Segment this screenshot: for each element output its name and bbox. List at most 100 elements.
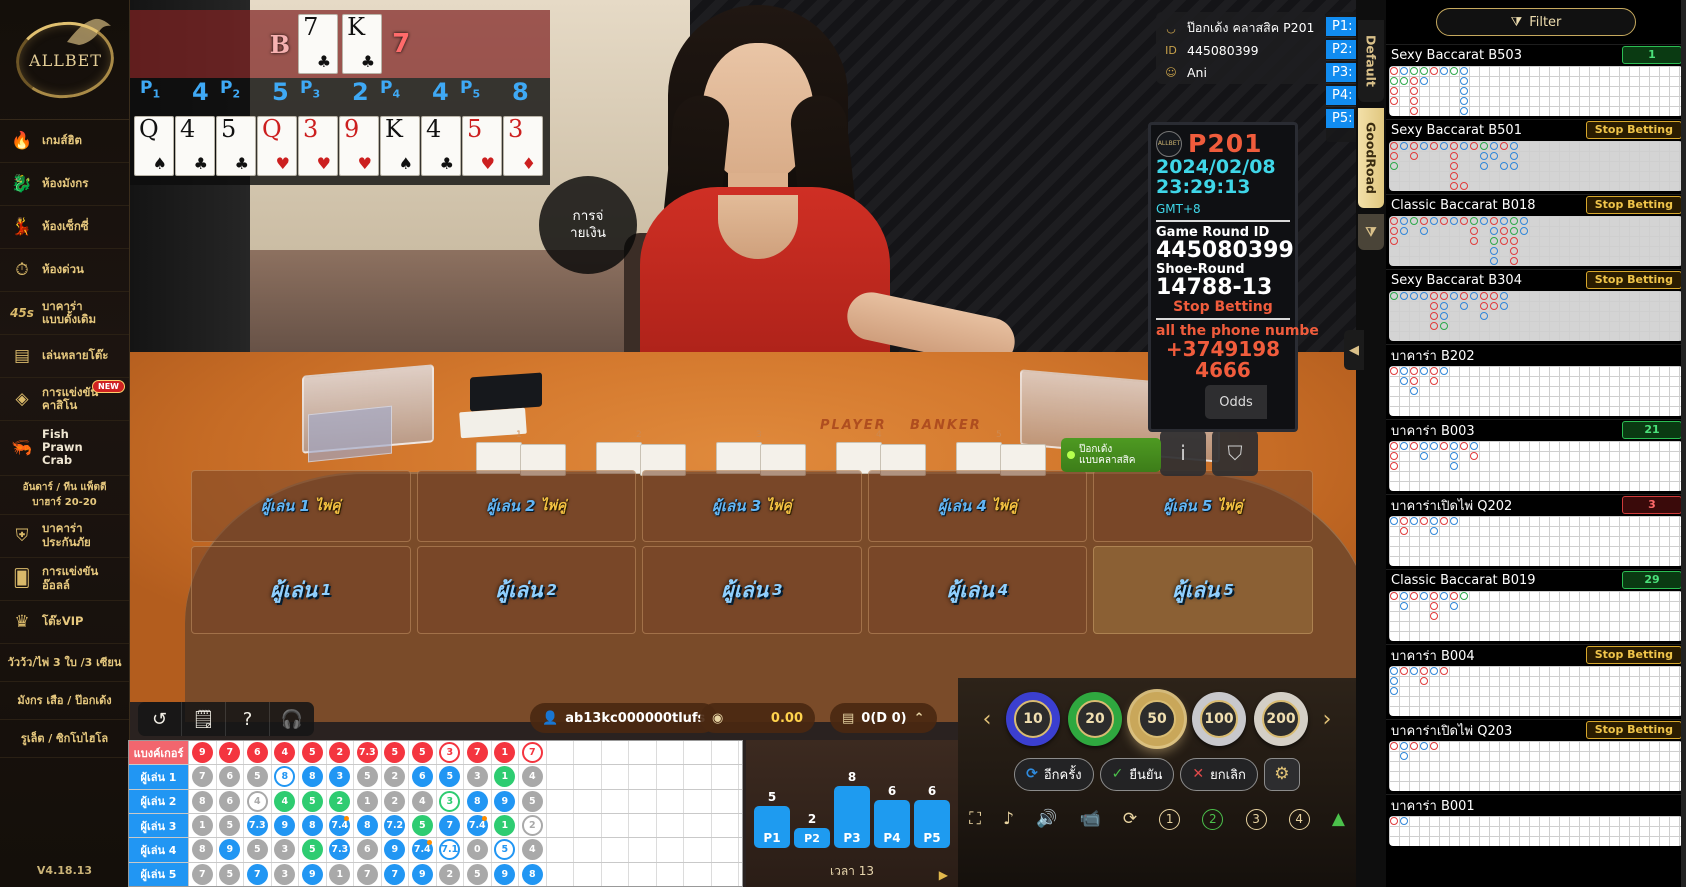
lobby-room-item[interactable]: Classic Baccarat B018 Stop Betting <box>1386 194 1686 266</box>
player-5-card-2: 3 ♦ <box>503 115 543 176</box>
confirm-bet-button[interactable]: ✓ ยืนยัน <box>1099 757 1175 791</box>
undo-button[interactable]: ↺ <box>138 702 182 736</box>
sidebar-item-multi-table[interactable]: ▤ เล่นหลายโต๊ะ <box>0 335 129 378</box>
bet-zone-player-5[interactable]: ผู้เล่น 5 ไพ่คู่ ผู้เล่น 5 <box>1090 470 1316 638</box>
balance-pill[interactable]: ◉ 0.00 <box>700 703 815 733</box>
chip-10[interactable]: 10 <box>1006 692 1060 746</box>
chip-20[interactable]: 20 <box>1068 692 1122 746</box>
sidebar-item-fish-prawn-crab[interactable]: 🦐 Fish Prawn Crab <box>0 421 129 476</box>
bet-zone-player-3[interactable]: ผู้เล่น 3 ไพ่คู่ ผู้เล่น 3 <box>639 470 865 638</box>
bet-zone-player-2[interactable]: ผู้เล่น 2 ไพ่คู่ ผู้เล่น 2 <box>414 470 640 638</box>
support-button[interactable]: 🎧 <box>270 702 314 736</box>
sidebar-item-sexy-room[interactable]: 💃 ห้องเซ็กซี่ <box>0 206 129 249</box>
roadmap-dot: 8 <box>191 839 213 861</box>
roadmap-dot: 5 <box>301 839 323 861</box>
sidebar-item-dragon-room[interactable]: 🐉 ห้องมังกร <box>0 163 129 206</box>
chevron-right-icon[interactable]: › <box>1316 707 1338 732</box>
cancel-bet-button[interactable]: ✕ ยกเลิก <box>1180 757 1258 791</box>
chevron-left-icon[interactable]: ‹ <box>976 707 998 732</box>
bet-zone-label: ผู้เล่น 4 <box>937 497 987 515</box>
stat-bar-p3[interactable]: 8 P3 <box>834 770 870 848</box>
lobby-room-item[interactable]: บาคาร่าเปิดไพ่ Q203 Stop Betting <box>1386 719 1686 791</box>
bet-zone-pair-1[interactable]: ผู้เล่น 1 ไพ่คู่ <box>191 470 411 542</box>
roadmap-cells: 7 6 5 8 8 3 5 2 6 5 3 1 4 <box>189 765 767 789</box>
stat-bar-p2[interactable]: 2 P2 <box>794 812 830 848</box>
lobby-room-item[interactable]: บาคาร่า B004 Stop Betting <box>1386 644 1686 716</box>
stat-bar-p4[interactable]: 6 P4 <box>874 784 910 848</box>
speaker-icon[interactable]: 🔊 <box>1036 809 1057 829</box>
refresh-icon[interactable]: ⟳ <box>1123 809 1137 829</box>
quality-4[interactable]: 4 <box>1288 808 1310 830</box>
stat-bar-p5[interactable]: 6 P5 <box>914 784 950 848</box>
history-button[interactable]: 🗒 <box>182 702 226 736</box>
stat-bar-p1[interactable]: 5 P1 <box>754 790 790 848</box>
sidebar-item-niuniu[interactable]: วัวว้ว/ไพ่ 3 ใบ /3 เซียน <box>0 644 129 682</box>
brand-logo[interactable]: ALLBET <box>0 0 129 120</box>
bet-zone-player-1[interactable]: ผู้เล่น 1 ไพ่คู่ ผู้เล่น 1 <box>188 470 414 638</box>
sidebar-item-speed-room[interactable]: ⏱ ห้องด่วน <box>0 249 129 292</box>
sidebar-item-all-match[interactable]: 🂠 การแข่งขัน อ๊อลล์ <box>0 558 129 601</box>
total-bet-pill[interactable]: ▤ 0(D 0) ⌃ <box>830 703 937 733</box>
roadmap-dot: 8 <box>466 790 488 812</box>
info-button[interactable]: i <box>1160 430 1206 476</box>
roadmap-row-banker: แบงค์เกอร์ 9 7 6 4 5 2 7.3 5 5 3 7 1 7 <box>129 741 767 766</box>
sidebar-item-roulette-sicbo[interactable]: รูเล็ต / ซิกโบไฮโล <box>0 720 129 758</box>
chevron-right-icon[interactable]: ▶ <box>939 868 948 882</box>
chip-100[interactable]: 100 <box>1192 692 1246 746</box>
sidebar-item-casino-tournament[interactable]: NEW ◈ การแข่งขัน คาสิโน <box>0 378 129 421</box>
repeat-bet-button[interactable]: ⟳ อีกครั้ง <box>1014 757 1094 791</box>
bet-zone-main-4[interactable]: ผู้เล่น 4 <box>867 546 1088 634</box>
odds-button[interactable]: Odds <box>1205 385 1267 419</box>
bet-zone-pair-2[interactable]: ผู้เล่น 2 ไพ่คู่ <box>416 470 637 542</box>
insurance-button[interactable]: ⛉ <box>1212 430 1258 476</box>
bet-zone-main-5[interactable]: ผู้เล่น 5 <box>1093 546 1313 634</box>
chip-200[interactable]: 200 <box>1254 692 1308 746</box>
classic-mode-button[interactable]: ป๊อกเด้ง แบบคลาสสิค <box>1061 438 1161 472</box>
status-badge: Stop Betting <box>1585 196 1682 214</box>
quality-1[interactable]: 1 <box>1159 808 1181 830</box>
music-note-icon[interactable]: ♪ <box>1003 809 1014 829</box>
fullscreen-icon[interactable]: ⛶ <box>969 809 981 829</box>
help-button[interactable]: ? <box>226 702 270 736</box>
chip-50[interactable]: 50 <box>1130 692 1184 746</box>
settings-button[interactable]: ⚙ <box>1263 757 1300 791</box>
sidebar-item-hot-games[interactable]: 🔥 เกมส์ฮิต <box>0 120 129 163</box>
chevron-up-icon[interactable]: ⌃ <box>914 711 925 726</box>
username-pill[interactable]: 👤 ab13kc000000tlufs <box>530 703 718 733</box>
sidebar-item-insurance-baccarat[interactable]: ⛨ บาคาร่า ประกันภัย <box>0 515 129 558</box>
sidebar-item-classic-baccarat[interactable]: 45s บาคาร่า แบบดั้งเดิม <box>0 292 129 335</box>
lobby-room-item[interactable]: Sexy Baccarat B501 Stop Betting <box>1386 119 1686 191</box>
sidebar-item-andar-bahar[interactable]: อันดาร์ / ทีน แพ็ตตี บาฮาร์ 20-20 <box>0 476 129 515</box>
bet-zone-pair-5[interactable]: ผู้เล่น 5 ไพ่คู่ <box>1093 470 1313 542</box>
video-camera-icon[interactable]: 📹 <box>1079 809 1100 829</box>
lobby-room-item[interactable]: Sexy Baccarat B503 1 <box>1386 44 1686 116</box>
quality-3[interactable]: 3 <box>1245 808 1267 830</box>
bet-zone-pair-4[interactable]: ผู้เล่น 4 ไพ่คู่ <box>867 470 1088 542</box>
bet-zone-main-3[interactable]: ผู้เล่น 3 <box>642 546 862 634</box>
lobby-room-item[interactable]: บาคาร่า B202 <box>1386 344 1686 416</box>
room-roadmap <box>1389 591 1683 641</box>
roadmap-table[interactable]: แบงค์เกอร์ 9 7 6 4 5 2 7.3 5 5 3 7 1 7 ผ… <box>128 740 767 887</box>
filter-button[interactable]: ⧩ Filter <box>1436 8 1636 36</box>
sidebar-item-vip-table[interactable]: ♛ โต๊ะVIP <box>0 601 129 644</box>
bet-zone-main-1[interactable]: ผู้เล่น 1 <box>191 546 411 634</box>
roadmap-dot: 7.1 <box>439 839 461 861</box>
quality-2[interactable]: 2 <box>1202 808 1224 830</box>
new-badge: NEW <box>92 380 125 393</box>
lobby-room-item[interactable]: บาคาร่า B001 <box>1386 794 1686 846</box>
lobby-room-item[interactable]: บาคาร่า B003 21 <box>1386 419 1686 491</box>
lobby-room-item[interactable]: Classic Baccarat B019 29 <box>1386 569 1686 641</box>
lobby-room-item[interactable]: บาคาร่าเปิดไพ่ Q202 3 <box>1386 494 1686 566</box>
bet-zone-player-4[interactable]: ผู้เล่น 4 ไพ่คู่ ผู้เล่น 4 <box>865 470 1091 638</box>
tab-filter[interactable]: ⧩ <box>1358 214 1384 250</box>
lobby-scrollbar[interactable] <box>1681 0 1686 887</box>
sidebar-item-dragon-tiger[interactable]: มังกร เสือ / ป๊อกเด้ง <box>0 682 129 720</box>
bet-zone-main-2[interactable]: ผู้เล่น 2 <box>416 546 637 634</box>
card-suit: ♣ <box>316 52 332 71</box>
tab-default[interactable]: Default <box>1358 20 1384 102</box>
bet-zone-pair-3[interactable]: ผู้เล่น 3 ไพ่คู่ <box>642 470 862 542</box>
lobby-room-item[interactable]: Sexy Baccarat B304 Stop Betting <box>1386 269 1686 341</box>
board-round-id: 445080399 <box>1156 237 1294 263</box>
collapse-panel-button[interactable]: ◀ <box>1344 330 1364 370</box>
tab-goodroad[interactable]: GoodRoad <box>1358 108 1384 208</box>
